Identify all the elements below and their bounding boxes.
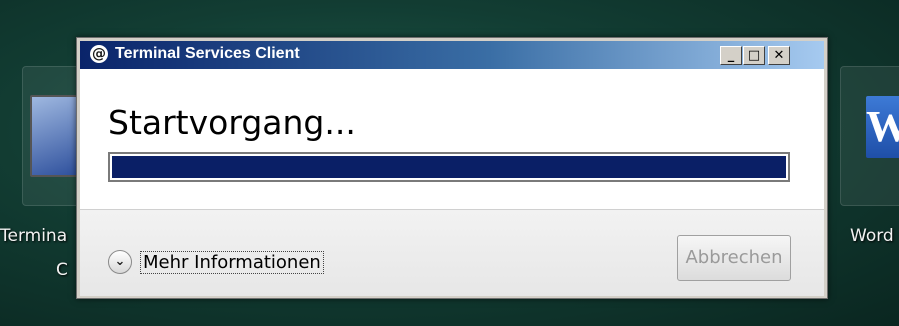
title-bar[interactable]: @ Terminal Services Client _ □ ✕ [80,41,824,69]
dialog-footer: ⌄ Mehr Informationen Abbrechen [80,209,824,296]
window-title: Terminal Services Client [115,45,300,62]
app-icon: @ [90,45,108,63]
terminal-services-dialog: @ Terminal Services Client _ □ ✕ Startvo… [76,37,828,299]
dialog-content: Startvorgang... [80,69,824,209]
word-icon: W [866,96,899,158]
more-info-toggle[interactable]: ⌄ Mehr Informationen [108,248,324,276]
chevron-down-icon[interactable]: ⌄ [108,250,132,274]
status-heading: Startvorgang... [108,103,356,142]
close-button[interactable]: ✕ [768,46,790,65]
desktop-label-terminal-line2: C [56,260,68,280]
progress-fill [112,156,786,178]
desktop-label-word: Word [850,226,894,246]
minimize-button[interactable]: _ [720,46,742,65]
maximize-button[interactable]: □ [743,46,765,65]
progress-bar [108,152,790,182]
desktop-label-terminal: Termina [0,226,68,246]
more-info-label[interactable]: Mehr Informationen [140,250,324,274]
cancel-button[interactable]: Abbrechen [677,235,791,281]
